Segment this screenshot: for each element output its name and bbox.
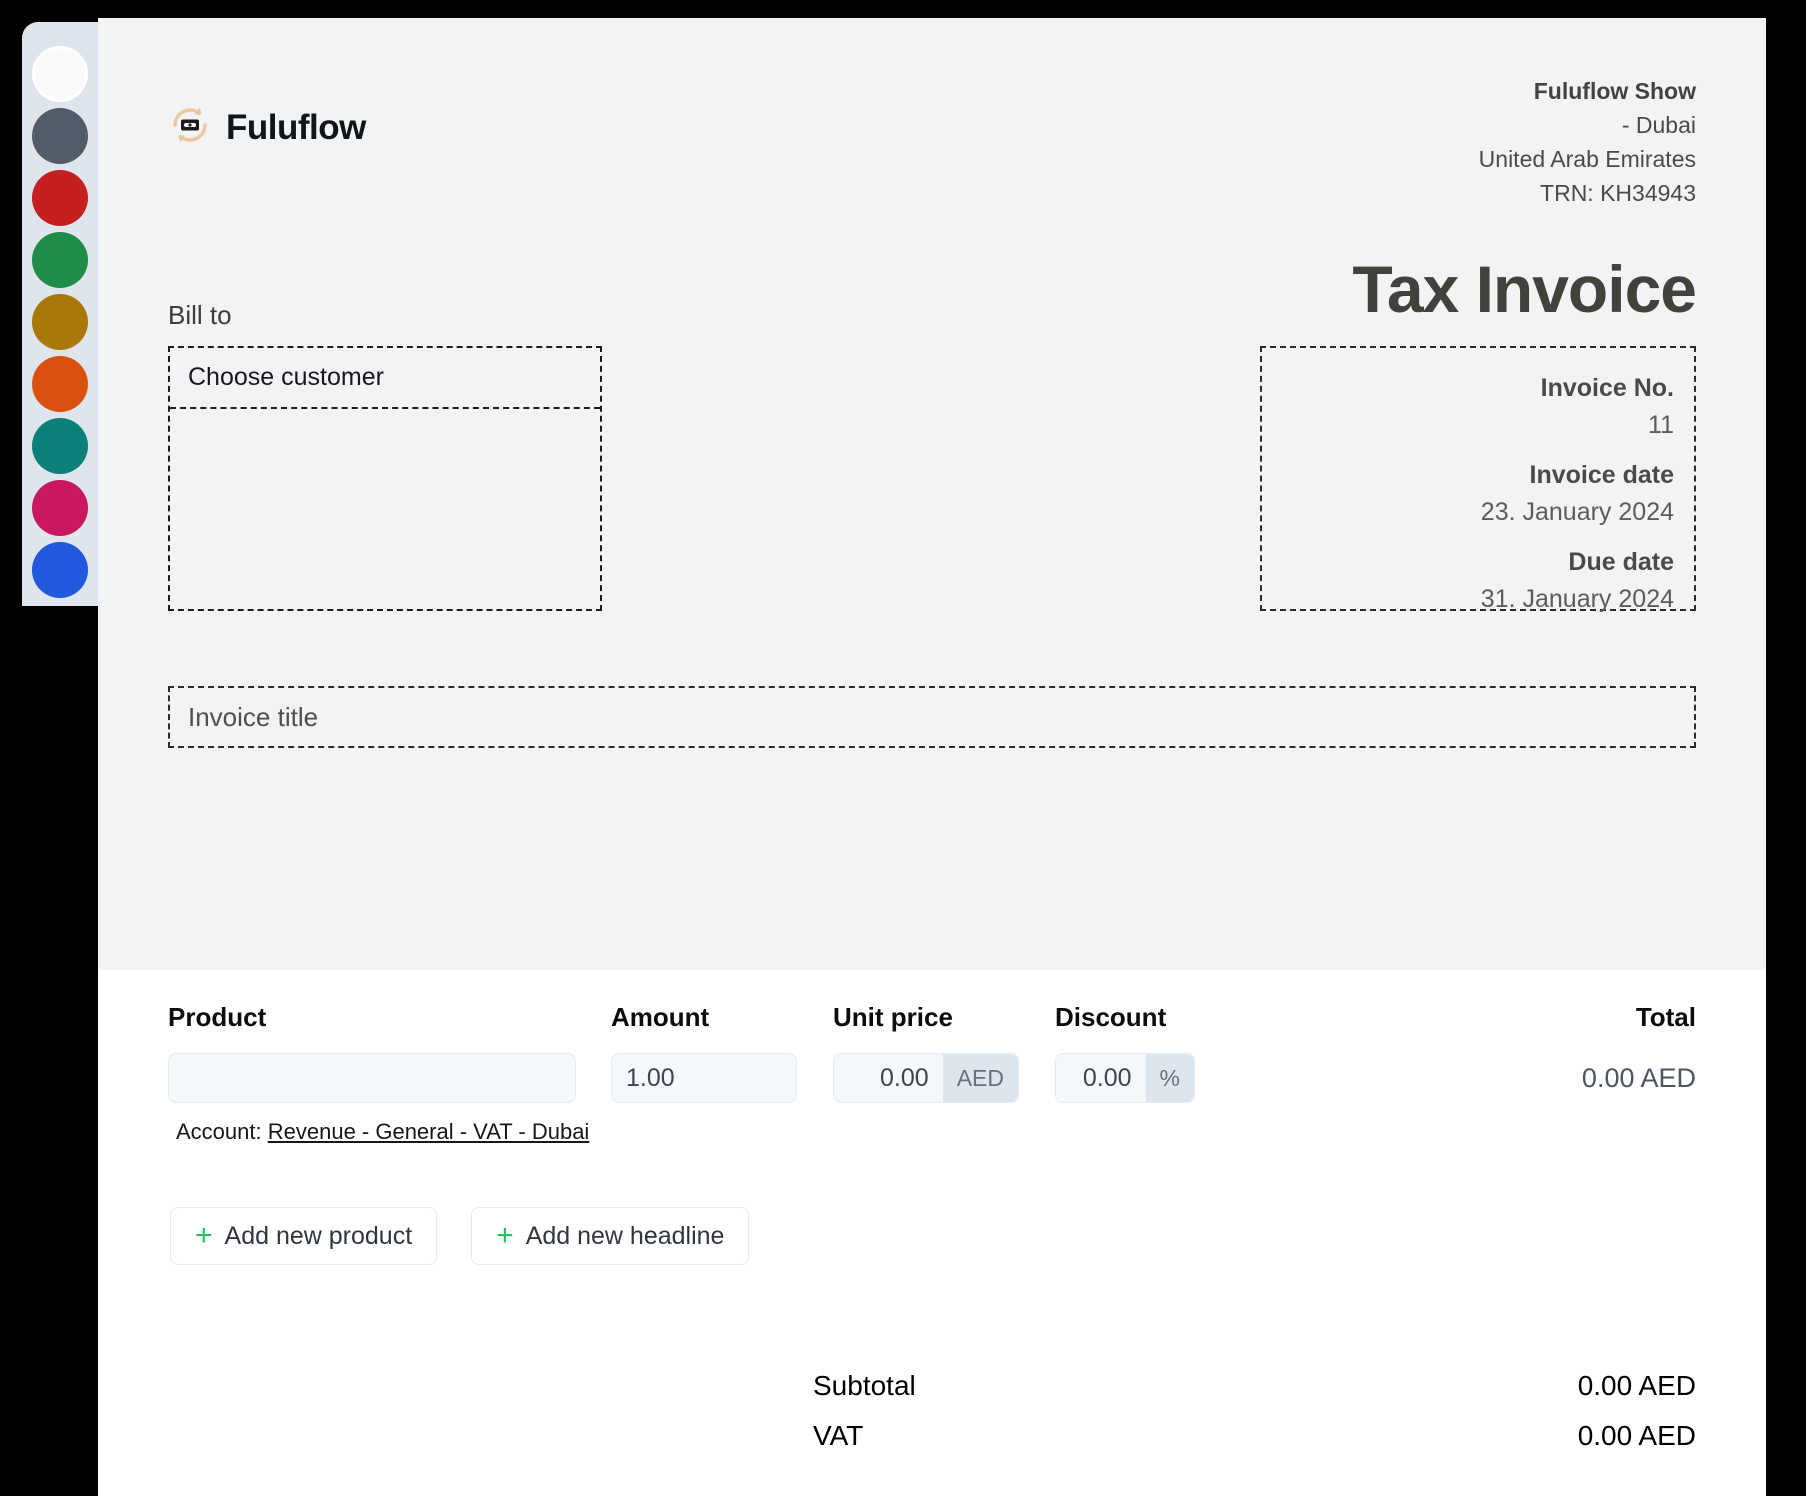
color-swatch-teal[interactable]	[32, 418, 88, 474]
invoice-no-label: Invoice No.	[1262, 370, 1674, 407]
subtotal-label: Subtotal	[813, 1361, 916, 1411]
add-new-product-label: Add new product	[225, 1222, 413, 1251]
account-link[interactable]: Revenue - General - VAT - Dubai	[268, 1119, 590, 1144]
page-title: Tax Invoice	[1352, 256, 1696, 322]
brand-logo: Fuluflow	[168, 103, 366, 152]
color-swatch-red[interactable]	[32, 170, 88, 226]
invoice-date-value[interactable]: 23. January 2024	[1262, 494, 1674, 531]
refresh-money-icon	[168, 103, 212, 152]
invoice-meta-box: Invoice No. 11 Invoice date 23. January …	[1260, 346, 1696, 611]
vat-value: 0.00 AED	[1578, 1411, 1696, 1461]
vat-row: VAT 0.00 AED	[168, 1411, 1696, 1461]
discount-field[interactable]: 0.00 %	[1055, 1053, 1195, 1103]
screenshot-root: Fuluflow Fuluflow Show - Dubai United Ar…	[0, 0, 1806, 1496]
color-swatch-slate[interactable]	[32, 108, 88, 164]
amount-input[interactable]: 1.00	[611, 1053, 797, 1103]
company-details: Fuluflow Show - Dubai United Arab Emirat…	[1479, 74, 1696, 210]
due-date-label: Due date	[1262, 544, 1674, 581]
invoice-no-value[interactable]: 11	[1262, 407, 1674, 444]
column-header-product: Product	[168, 1002, 611, 1033]
add-new-product-button[interactable]: + Add new product	[170, 1207, 437, 1265]
line-item-actions: + Add new product + Add new headline	[168, 1207, 1696, 1265]
row-total-value: 0.00 AED	[1292, 1063, 1696, 1094]
subtotal-value: 0.00 AED	[1578, 1361, 1696, 1411]
color-swatch-green[interactable]	[32, 232, 88, 288]
column-header-discount: Discount	[1055, 1002, 1292, 1033]
vat-label: VAT	[813, 1411, 863, 1461]
line-items-header: Product Amount Unit price Discount Total	[168, 970, 1696, 1033]
table-row: 1.00 0.00 AED 0.00 % 0.00 AED	[168, 1053, 1696, 1103]
color-swatch-rail	[22, 22, 98, 606]
color-swatch-white[interactable]	[32, 46, 88, 102]
product-input[interactable]	[168, 1053, 576, 1103]
totals-section: Subtotal 0.00 AED VAT 0.00 AED	[98, 1361, 1766, 1461]
plus-icon: +	[195, 1221, 213, 1251]
account-label: Account:	[176, 1119, 262, 1144]
discount-input[interactable]: 0.00	[1056, 1054, 1146, 1102]
unit-price-input[interactable]: 0.00	[834, 1054, 943, 1102]
bill-to-label: Bill to	[168, 300, 232, 331]
color-swatch-gold[interactable]	[32, 294, 88, 350]
discount-suffix: %	[1146, 1054, 1194, 1102]
company-name: Fuluflow Show	[1479, 74, 1696, 108]
color-swatch-orange[interactable]	[32, 356, 88, 412]
company-country: United Arab Emirates	[1479, 142, 1696, 176]
invoice-date-label: Invoice date	[1262, 457, 1674, 494]
bill-to-box: Choose customer	[168, 346, 602, 611]
column-header-amount: Amount	[611, 1002, 833, 1033]
column-header-total: Total	[1292, 1002, 1696, 1033]
choose-customer-select[interactable]: Choose customer	[170, 348, 600, 409]
add-new-headline-button[interactable]: + Add new headline	[471, 1207, 749, 1265]
add-new-headline-label: Add new headline	[526, 1222, 725, 1251]
line-items-section: Product Amount Unit price Discount Total…	[98, 970, 1766, 1265]
brand-name: Fuluflow	[226, 108, 366, 148]
invoice-page: Fuluflow Fuluflow Show - Dubai United Ar…	[98, 18, 1766, 1496]
company-city: - Dubai	[1479, 108, 1696, 142]
invoice-header-area: Fuluflow Fuluflow Show - Dubai United Ar…	[98, 18, 1766, 970]
account-line: Account: Revenue - General - VAT - Dubai	[168, 1119, 1696, 1145]
unit-price-field[interactable]: 0.00 AED	[833, 1053, 1019, 1103]
subtotal-row: Subtotal 0.00 AED	[168, 1361, 1696, 1411]
invoice-title-input[interactable]: Invoice title	[168, 686, 1696, 748]
plus-icon: +	[496, 1221, 514, 1251]
color-swatch-blue[interactable]	[32, 542, 88, 598]
due-date-value[interactable]: 31. January 2024	[1262, 581, 1674, 618]
bill-to-address-area[interactable]	[170, 409, 600, 611]
unit-price-suffix: AED	[943, 1054, 1018, 1102]
color-swatch-pink[interactable]	[32, 480, 88, 536]
company-trn: TRN: KH34943	[1479, 176, 1696, 210]
column-header-unitprice: Unit price	[833, 1002, 1055, 1033]
